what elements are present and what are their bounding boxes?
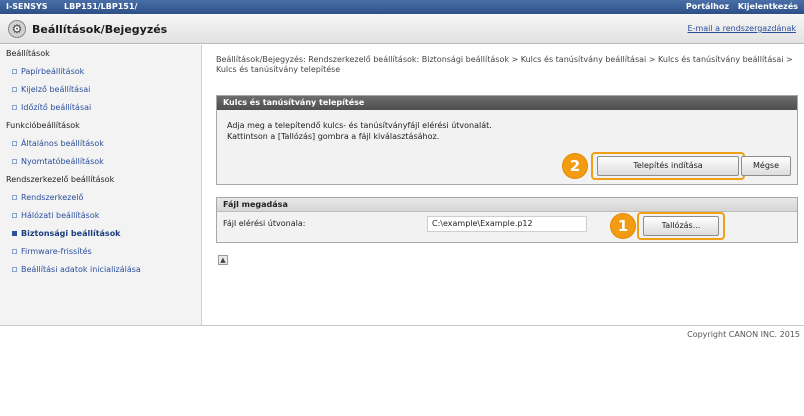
install-start-button[interactable]: Telepítés indítása: [597, 156, 739, 176]
install-panel-header: Kulcs és tanúsítvány telepítése: [217, 96, 797, 110]
logout-link[interactable]: Kijelentkezés: [738, 2, 798, 11]
sidebar-item-system-manager[interactable]: Rendszerkezelő: [0, 189, 201, 207]
sidebar-section-admin-settings: Rendszerkezelő beállítások: [6, 175, 115, 184]
sidebar-item-network-settings[interactable]: Hálózati beállítások: [0, 207, 201, 225]
cancel-button[interactable]: Mégse: [741, 156, 791, 176]
sidebar-item-label: Hálózati beállítások: [21, 211, 100, 220]
sidebar-item-paper-settings[interactable]: Papírbeállítások: [0, 63, 201, 81]
bullet-icon: [12, 159, 17, 164]
sidebar-item-printer-settings[interactable]: Nyomtatóbeállítások: [0, 153, 201, 171]
instruction-line-2: Kattintson a [Tallózás] gombra a fájl ki…: [227, 132, 440, 141]
top-links: Portálhoz Kijelentkezés: [680, 2, 798, 11]
sidebar-item-label: Kijelző beállításai: [21, 85, 91, 94]
bullet-icon: [12, 69, 17, 74]
sidebar-item-firmware-update[interactable]: Firmware-frissítés: [0, 243, 201, 261]
sidebar-section-function-settings: Funkcióbeállítások: [6, 121, 80, 130]
breadcrumb: Beállítások/Bejegyzés: Rendszerkezelő be…: [216, 55, 793, 74]
bullet-icon: [12, 141, 17, 146]
sidebar-section-settings: Beállítások: [6, 49, 50, 58]
bullet-icon: [12, 231, 17, 236]
sidebar-item-init-settings[interactable]: Beállítási adatok inicializálása: [0, 261, 201, 279]
sidebar: Beállítások Papírbeállítások Kijelző beá…: [0, 45, 202, 325]
title-bar: ⚙ Beállítások/Bejegyzés E-mail a rendsze…: [0, 14, 804, 44]
file-specify-panel: Fájl megadása Fájl elérési útvonala: C:\…: [216, 197, 798, 243]
sidebar-item-timer-settings[interactable]: Időzítő beállításai: [0, 99, 201, 117]
page-top-icon[interactable]: ▲: [218, 255, 228, 265]
sidebar-item-security-settings[interactable]: Biztonsági beállítások: [0, 225, 201, 243]
file-path-label: Fájl elérési útvonala:: [223, 219, 306, 228]
sidebar-item-general-settings[interactable]: Általános beállítások: [0, 135, 201, 153]
browse-button[interactable]: Tallózás...: [643, 216, 719, 236]
file-path-field[interactable]: C:\example\Example.p12: [427, 216, 587, 232]
main-content: Beállítások/Bejegyzés: Rendszerkezelő be…: [212, 45, 804, 325]
bullet-icon: [12, 87, 17, 92]
file-panel-header: Fájl megadása: [217, 198, 797, 212]
email-admin-link[interactable]: E-mail a rendszergazdának: [688, 24, 796, 33]
sidebar-item-label: Biztonsági beállítások: [21, 229, 121, 238]
install-key-panel: Kulcs és tanúsítvány telepítése Adja meg…: [216, 95, 798, 185]
sidebar-item-label: Időzítő beállításai: [21, 103, 92, 112]
sidebar-item-label: Általános beállítások: [21, 139, 104, 148]
callout-2-badge: 2: [563, 154, 587, 178]
sidebar-item-label: Beállítási adatok inicializálása: [21, 265, 141, 274]
bullet-icon: [12, 213, 17, 218]
gear-icon: ⚙: [8, 20, 26, 38]
portal-link[interactable]: Portálhoz: [686, 2, 729, 11]
footer-divider: [0, 325, 804, 326]
brand-name: I-SENSYS: [6, 2, 48, 11]
copyright-text: Copyright CANON INC. 2015: [687, 330, 800, 339]
bullet-icon: [12, 195, 17, 200]
instruction-line-1: Adja meg a telepítendő kulcs- és tanúsít…: [227, 121, 492, 130]
top-bar: I-SENSYS LBP151/LBP151/ Portálhoz Kijele…: [0, 0, 804, 14]
install-instructions: Adja meg a telepítendő kulcs- és tanúsít…: [227, 120, 492, 142]
sidebar-item-display-settings[interactable]: Kijelző beállításai: [0, 81, 201, 99]
bullet-icon: [12, 105, 17, 110]
sidebar-item-label: Papírbeállítások: [21, 67, 85, 76]
sidebar-item-label: Firmware-frissítés: [21, 247, 92, 256]
sidebar-item-label: Nyomtatóbeállítások: [21, 157, 104, 166]
sidebar-item-label: Rendszerkezelő: [21, 193, 84, 202]
page-title: Beállítások/Bejegyzés: [32, 23, 168, 36]
callout-1-badge: 1: [611, 214, 635, 238]
bullet-icon: [12, 267, 17, 272]
model-name: LBP151/LBP151/: [64, 2, 138, 11]
bullet-icon: [12, 249, 17, 254]
